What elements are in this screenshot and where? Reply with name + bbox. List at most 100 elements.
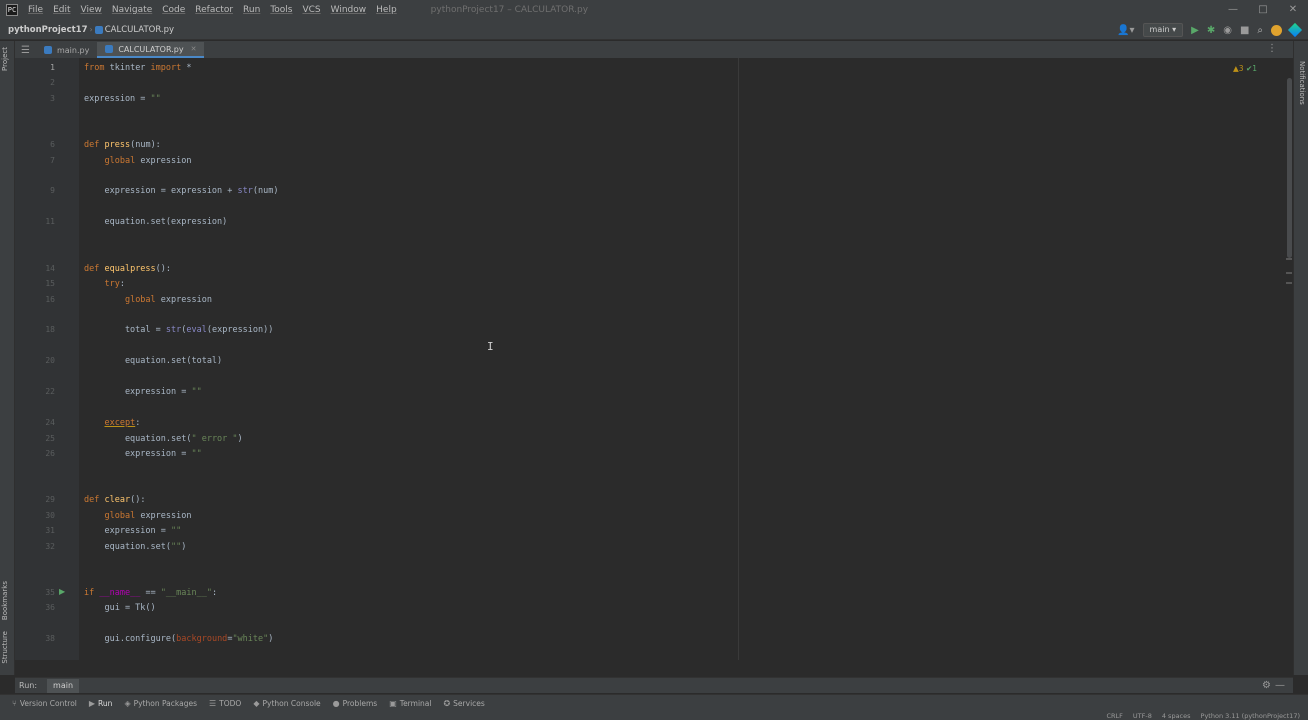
menu-navigate[interactable]: Navigate [112,5,152,15]
menu-help[interactable]: Help [376,5,397,15]
inspection-widget[interactable]: ▲3 ✔1 [1233,64,1257,73]
code-line: global expression [104,156,192,166]
terminal-icon: ▣ [389,698,397,708]
menu-edit[interactable]: Edit [53,5,70,15]
editor-scrollbar[interactable] [1285,58,1293,660]
tool-terminal[interactable]: ▣ Terminal [389,699,431,708]
run-tool-window-header: Run: main ⚙ — [15,677,1293,693]
left-tool-strip: Project Bookmarks Structure [0,41,15,675]
code-line: def press(num): [84,140,161,150]
line-separator-status[interactable]: CRLF [1106,712,1122,720]
line-number: 30 [45,511,55,520]
line-number: 25 [45,434,55,443]
python-file-icon [105,45,114,53]
menu-run[interactable]: Run [243,5,260,15]
search-icon[interactable]: ⌕ [1257,25,1263,36]
debug-icon[interactable]: ✱ [1207,25,1215,36]
code-line: try: [104,279,125,289]
tool-label: Services [453,698,485,708]
menu-view[interactable]: View [81,5,102,15]
services-icon: ✪ [443,698,451,708]
menu-refactor[interactable]: Refactor [195,5,233,15]
tool-label: TODO [219,698,242,708]
add-user-icon[interactable]: 👤▾ [1117,25,1134,36]
structure-tool-tab[interactable]: Structure [1,631,9,664]
coverage-icon[interactable]: ◉ [1223,25,1232,36]
run-configuration-select[interactable]: main ▾ [1142,23,1184,37]
tool-python-packages[interactable]: ◈ Python Packages [124,699,197,708]
right-margin-guide [738,58,739,660]
line-number: 26 [45,449,55,458]
run-gutter-icon[interactable]: ▶ [59,587,65,596]
ok-count: ✔1 [1245,64,1257,73]
tool-todo[interactable]: ☰ TODO [209,699,241,708]
code-line: global expression [124,295,212,305]
right-tool-strip: Notifications [1293,41,1308,675]
line-number: 11 [45,217,55,226]
more-options-icon[interactable]: ⋮ [1267,43,1277,54]
menu-vcs[interactable]: VCS [302,5,320,15]
tool-services[interactable]: ✪ Services [443,699,484,708]
tool-run[interactable]: ▶ Run [89,699,113,708]
interpreter-status[interactable]: Python 3.11 (pythonProject17) [1201,712,1300,720]
tab-main-py[interactable]: main.py [36,42,97,58]
menu-code[interactable]: Code [162,5,185,15]
line-number: 18 [45,325,55,334]
console-icon: ◆ [253,698,260,708]
close-icon[interactable]: ✕ [1278,0,1308,20]
indent-status[interactable]: 4 spaces [1162,712,1191,720]
notifications-tool-tab[interactable]: Notifications [1298,61,1306,105]
tool-label: Terminal [399,698,432,708]
tabs-menu-icon[interactable]: ☰ [21,45,30,56]
close-tab-icon[interactable]: ✕ [191,45,197,53]
jetbrains-icon[interactable] [1287,22,1303,38]
code-line: expression = "" [84,94,161,104]
update-icon[interactable] [1271,24,1282,36]
window-title: pythonProject17 – CALCULATOR.py [430,5,589,15]
tab-calculator-py[interactable]: CALCULATOR.py ✕ [97,42,205,58]
project-tool-tab[interactable]: Project [1,47,9,71]
code-line: total = str(eval(expression)) [84,325,274,335]
branch-icon: ⑂ [12,698,17,708]
minimize-icon[interactable]: — [1218,0,1248,20]
run-icon[interactable]: ▶ [1191,25,1199,36]
code-line: gui = Tk() [84,603,156,613]
tool-python-console[interactable]: ◆ Python Console [253,699,320,708]
encoding-status[interactable]: UTF-8 [1133,712,1152,720]
status-bar: CRLF UTF-8 4 spaces Python 3.11 (pythonP… [0,711,1308,720]
gear-icon[interactable]: ⚙ [1262,680,1271,691]
line-number: 24 [45,418,55,427]
tool-version-control[interactable]: ⑂ Version Control [12,699,77,708]
problems-icon: ● [332,698,340,708]
hide-icon[interactable]: — [1275,680,1285,691]
breadcrumb-separator-icon: › [89,25,93,34]
menu-file[interactable]: File [28,5,43,15]
scrollbar-thumb[interactable] [1287,78,1292,258]
code-editor[interactable]: ▲3 ✔1 from tkinter import * expression =… [79,58,1269,660]
menu-tools[interactable]: Tools [270,5,292,15]
breadcrumb-project[interactable]: pythonProject17 [8,25,88,35]
navigation-bar: pythonProject17 › CALCULATOR.py 👤▾ main … [0,20,1308,40]
menu-window[interactable]: Window [331,5,367,15]
tool-label: Problems [342,698,378,708]
code-line: def clear(): [84,495,146,505]
line-number: 7 [50,156,55,165]
tool-problems[interactable]: ● Problems [333,699,378,708]
run-label: Run: [19,681,38,690]
breadcrumb-file[interactable]: CALCULATOR.py [105,25,174,35]
code-line: if __name__ == "__main__": [84,588,218,598]
pycharm-logo-icon: PC [6,4,18,16]
scroll-marker [1286,272,1292,274]
tab-label: main.py [56,45,90,55]
maximize-icon[interactable]: □ [1248,0,1278,20]
code-line: equation.set(total) [84,356,223,366]
code-line: expression = "" [84,449,202,459]
stop-icon[interactable]: ■ [1240,25,1249,36]
bookmarks-tool-tab[interactable]: Bookmarks [1,581,9,620]
scroll-marker [1286,282,1292,284]
line-number: 16 [45,295,55,304]
code-line: equation.set("") [84,542,187,552]
line-number: 6 [50,140,55,149]
code-line: gui.configure(background="white") [84,634,274,644]
run-tab-main[interactable]: main [47,678,80,693]
